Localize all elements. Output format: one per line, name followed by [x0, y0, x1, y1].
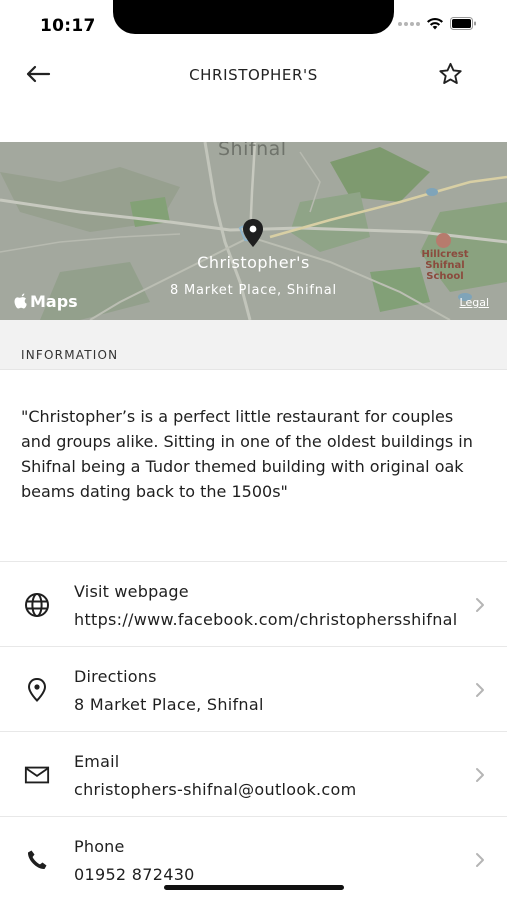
section-title: INFORMATION — [21, 348, 119, 362]
cellular-signal-icon — [398, 21, 420, 26]
webpage-row[interactable]: Visit webpage https://www.facebook.com/c… — [0, 561, 507, 646]
map-pin-icon — [243, 219, 263, 247]
wifi-icon — [427, 17, 443, 30]
contact-list: Visit webpage https://www.facebook.com/c… — [0, 561, 507, 900]
row-label: Email — [74, 752, 120, 771]
star-outline-icon — [438, 62, 462, 84]
status-time: 10:17 — [40, 16, 96, 36]
chevron-right-icon — [476, 768, 484, 782]
location-pin-icon — [24, 677, 50, 703]
status-icons — [398, 17, 477, 30]
directions-row[interactable]: Directions 8 Market Place, Shifnal — [0, 646, 507, 731]
row-value: 8 Market Place, Shifnal — [74, 695, 264, 714]
map-town-label: Shifnal — [218, 142, 287, 160]
apple-maps-logo: Maps — [14, 292, 78, 311]
page-title: CHRISTOPHER'S — [189, 66, 318, 84]
email-row[interactable]: Email christophers-shifnal@outlook.com — [0, 731, 507, 816]
row-value: https://www.facebook.com/christophersshi… — [74, 610, 458, 629]
chevron-right-icon — [476, 598, 484, 612]
row-value: christophers-shifnal@outlook.com — [74, 780, 357, 799]
phone-icon — [24, 847, 50, 873]
venue-description: "Christopher’s is a perfect little resta… — [21, 407, 473, 501]
globe-icon — [24, 592, 50, 618]
maps-brand-text: Maps — [30, 292, 78, 311]
information-section-header: INFORMATION — [0, 320, 507, 370]
home-indicator[interactable] — [164, 885, 344, 890]
battery-icon — [450, 17, 476, 30]
status-bar: 10:17 — [0, 0, 507, 50]
school-poi-icon — [436, 233, 451, 248]
mail-icon — [24, 762, 50, 788]
map-poi-label: Hillcrest Shifnal School — [421, 249, 469, 282]
row-label: Phone — [74, 837, 125, 856]
chevron-right-icon — [476, 683, 484, 697]
location-map[interactable]: Shifnal Christopher's 8 Market Place, Sh… — [0, 142, 507, 320]
row-value: 01952 872430 — [74, 865, 195, 884]
navigation-bar: CHRISTOPHER'S — [0, 50, 507, 100]
device-notch — [113, 0, 394, 34]
legal-link[interactable]: Legal — [460, 296, 489, 309]
row-label: Directions — [74, 667, 157, 686]
favorite-button[interactable] — [435, 59, 465, 89]
row-label: Visit webpage — [74, 582, 189, 601]
apple-logo-icon — [14, 293, 27, 309]
chevron-right-icon — [476, 853, 484, 867]
